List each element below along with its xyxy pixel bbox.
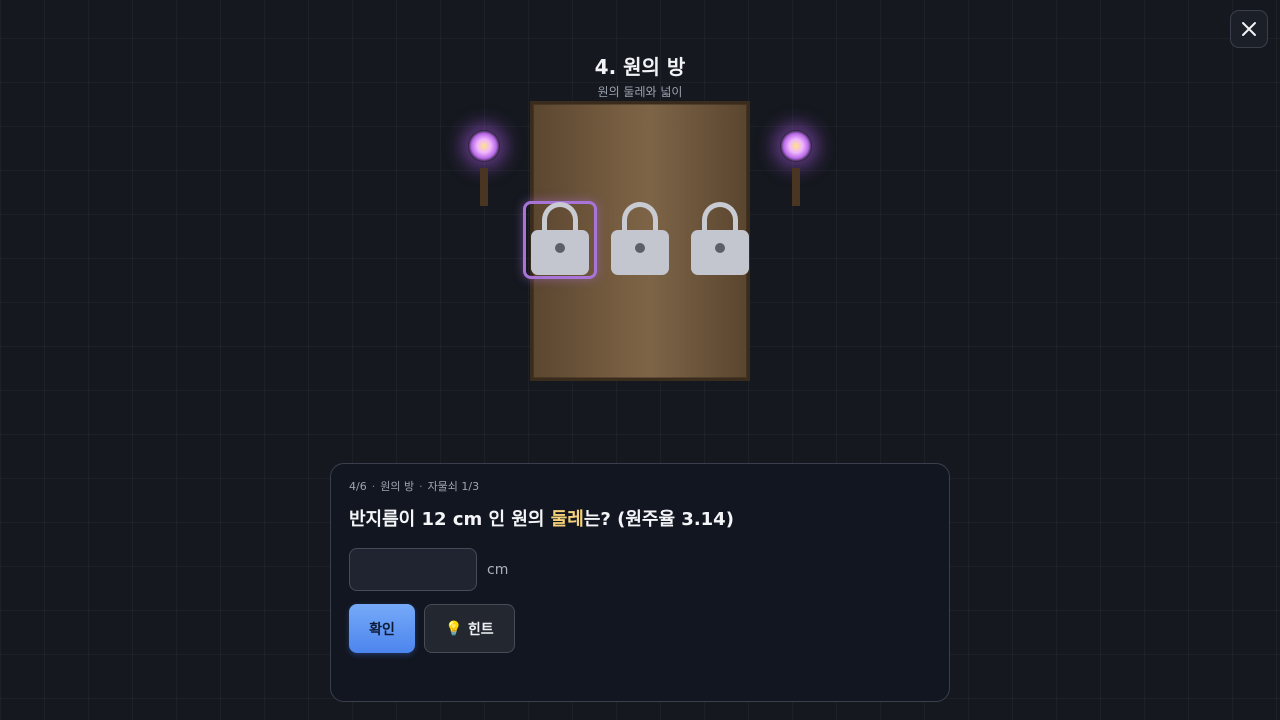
lock-progress: 자물쇠 1/3 xyxy=(427,480,480,493)
lock-body xyxy=(691,230,749,275)
room-name: 원의 방 xyxy=(380,480,415,493)
answer-row: cm xyxy=(349,548,931,591)
keyhole xyxy=(715,243,725,253)
keyhole xyxy=(555,243,565,253)
lock-body xyxy=(611,230,669,275)
hint-label: 힌트 xyxy=(467,621,494,638)
lock-3-padlock-icon[interactable] xyxy=(691,202,749,276)
lightbulb-icon: 💡 xyxy=(445,620,463,637)
question-text: 반지름이 12 cm 인 원의 둘레는? (원주율 3.14) xyxy=(349,508,931,532)
answer-input[interactable] xyxy=(349,548,477,591)
close-button[interactable] xyxy=(1230,10,1268,48)
lock-2-padlock-icon[interactable] xyxy=(611,202,669,276)
torch-flame xyxy=(780,130,812,162)
close-icon xyxy=(1242,22,1256,36)
lock-1-padlock-icon[interactable] xyxy=(531,202,589,276)
confirm-button[interactable]: 확인 xyxy=(349,604,415,653)
question-suffix: 는? (원주율 3.14) xyxy=(583,509,734,530)
room-title: 4. 원의 방 xyxy=(594,55,686,79)
torch-left-icon xyxy=(464,128,504,208)
unit-label: cm xyxy=(487,561,509,578)
confirm-label: 확인 xyxy=(369,621,395,638)
hint-button[interactable]: 💡 힌트 xyxy=(424,604,515,653)
breadcrumb: 4/6 · 원의 방 · 자물쇠 1/3 xyxy=(349,480,931,494)
torch-stick xyxy=(792,168,800,206)
torch-flame xyxy=(468,130,500,162)
progress-count: 4/6 xyxy=(349,480,367,493)
lock-body xyxy=(531,230,589,275)
button-row: 확인 💡 힌트 xyxy=(349,604,931,653)
breadcrumb-separator: · xyxy=(419,480,423,493)
room-header: 4. 원의 방 원의 둘레와 넓이 xyxy=(0,54,1280,100)
keyhole xyxy=(635,243,645,253)
question-panel: 4/6 · 원의 방 · 자물쇠 1/3 반지름이 12 cm 인 원의 둘레는? (원… xyxy=(330,463,950,702)
torch-right-icon xyxy=(776,128,816,208)
question-prefix: 반지름이 12 cm 인 원의 xyxy=(349,509,551,530)
question-highlight: 둘레 xyxy=(550,509,584,530)
room-subtitle: 원의 둘레와 넓이 xyxy=(597,85,683,99)
breadcrumb-separator: · xyxy=(371,480,376,493)
torch-stick xyxy=(480,168,488,206)
